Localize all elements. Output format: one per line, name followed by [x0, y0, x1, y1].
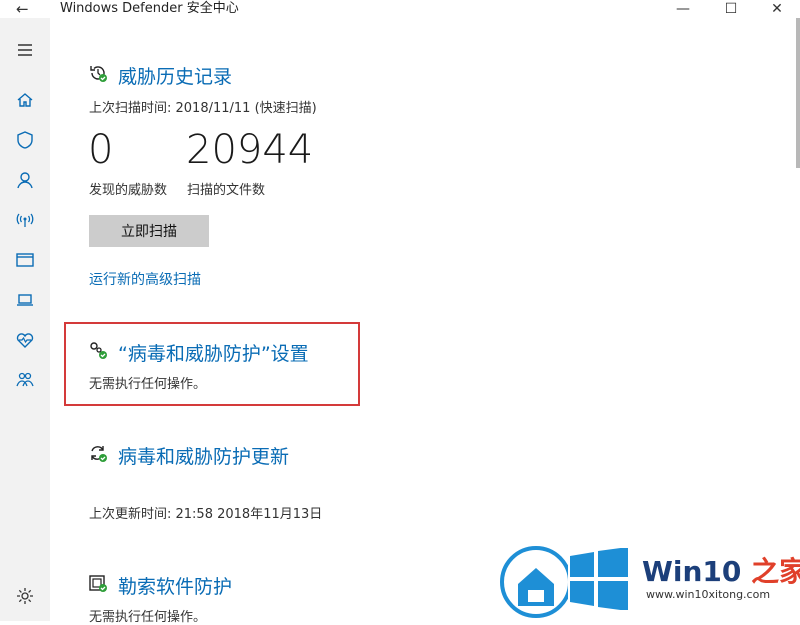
last-scan-time: 上次扫描时间: 2018/11/11 (快速扫描) — [89, 101, 317, 116]
home-icon[interactable] — [13, 88, 37, 112]
network-icon[interactable] — [13, 208, 37, 232]
close-button[interactable]: ✕ — [754, 0, 800, 18]
watermark-windows-logo — [570, 548, 628, 610]
ransomware-folder-icon — [88, 573, 108, 593]
minimize-button[interactable]: — — [660, 0, 706, 18]
threat-history-title[interactable]: 威胁历史记录 — [118, 62, 232, 89]
settings-status: 无需执行任何操作。 — [89, 377, 207, 392]
family-icon[interactable] — [13, 368, 37, 392]
back-button[interactable]: ← — [16, 0, 40, 18]
app-browser-icon[interactable] — [13, 248, 37, 272]
advanced-scan-link[interactable]: 运行新的高级扫描 — [89, 269, 201, 289]
shield-icon[interactable] — [13, 128, 37, 152]
threats-found-count: 0 — [88, 127, 114, 173]
files-scanned-count: 20944 — [186, 127, 314, 173]
title-bar: ← Windows Defender 安全中心 — ☐ ✕ — [0, 0, 800, 18]
menu-icon[interactable] — [13, 38, 37, 62]
scrollbar[interactable] — [796, 18, 800, 168]
device-icon[interactable] — [13, 288, 37, 312]
account-icon[interactable] — [13, 168, 37, 192]
watermark: Win10 之家 www.win10xitong.com — [498, 540, 800, 621]
watermark-brand: Win10 之家 — [642, 550, 800, 590]
ransomware-status: 无需执行任何操作。 — [89, 610, 207, 625]
watermark-house-logo — [500, 546, 568, 618]
last-update-time: 上次更新时间: 21:58 2018年11月13日 — [89, 507, 323, 522]
settings-gears-icon — [88, 340, 108, 360]
threats-found-label: 发现的威胁数 — [89, 183, 168, 198]
update-sync-icon — [88, 443, 108, 463]
watermark-brand-suffix: 之家 — [751, 555, 800, 588]
sidebar — [0, 18, 50, 621]
ransomware-protection-title[interactable]: 勒索软件防护 — [118, 572, 232, 599]
watermark-url: www.win10xitong.com — [646, 588, 771, 601]
history-check-icon — [88, 63, 108, 83]
maximize-button[interactable]: ☐ — [708, 0, 754, 18]
files-scanned-label: 扫描的文件数 — [187, 183, 266, 198]
window-title: Windows Defender 安全中心 — [60, 1, 239, 16]
watermark-brand-text: Win10 — [642, 555, 742, 588]
health-icon[interactable] — [13, 328, 37, 352]
protection-updates-title[interactable]: 病毒和威胁防护更新 — [118, 442, 289, 469]
scan-now-button[interactable]: 立即扫描 — [89, 215, 209, 247]
virus-protection-settings-title[interactable]: “病毒和威胁防护”设置 — [118, 339, 309, 366]
main-content: 威胁历史记录 上次扫描时间: 2018/11/11 (快速扫描) 0 发现的威胁… — [50, 18, 800, 625]
settings-icon[interactable] — [13, 584, 37, 608]
